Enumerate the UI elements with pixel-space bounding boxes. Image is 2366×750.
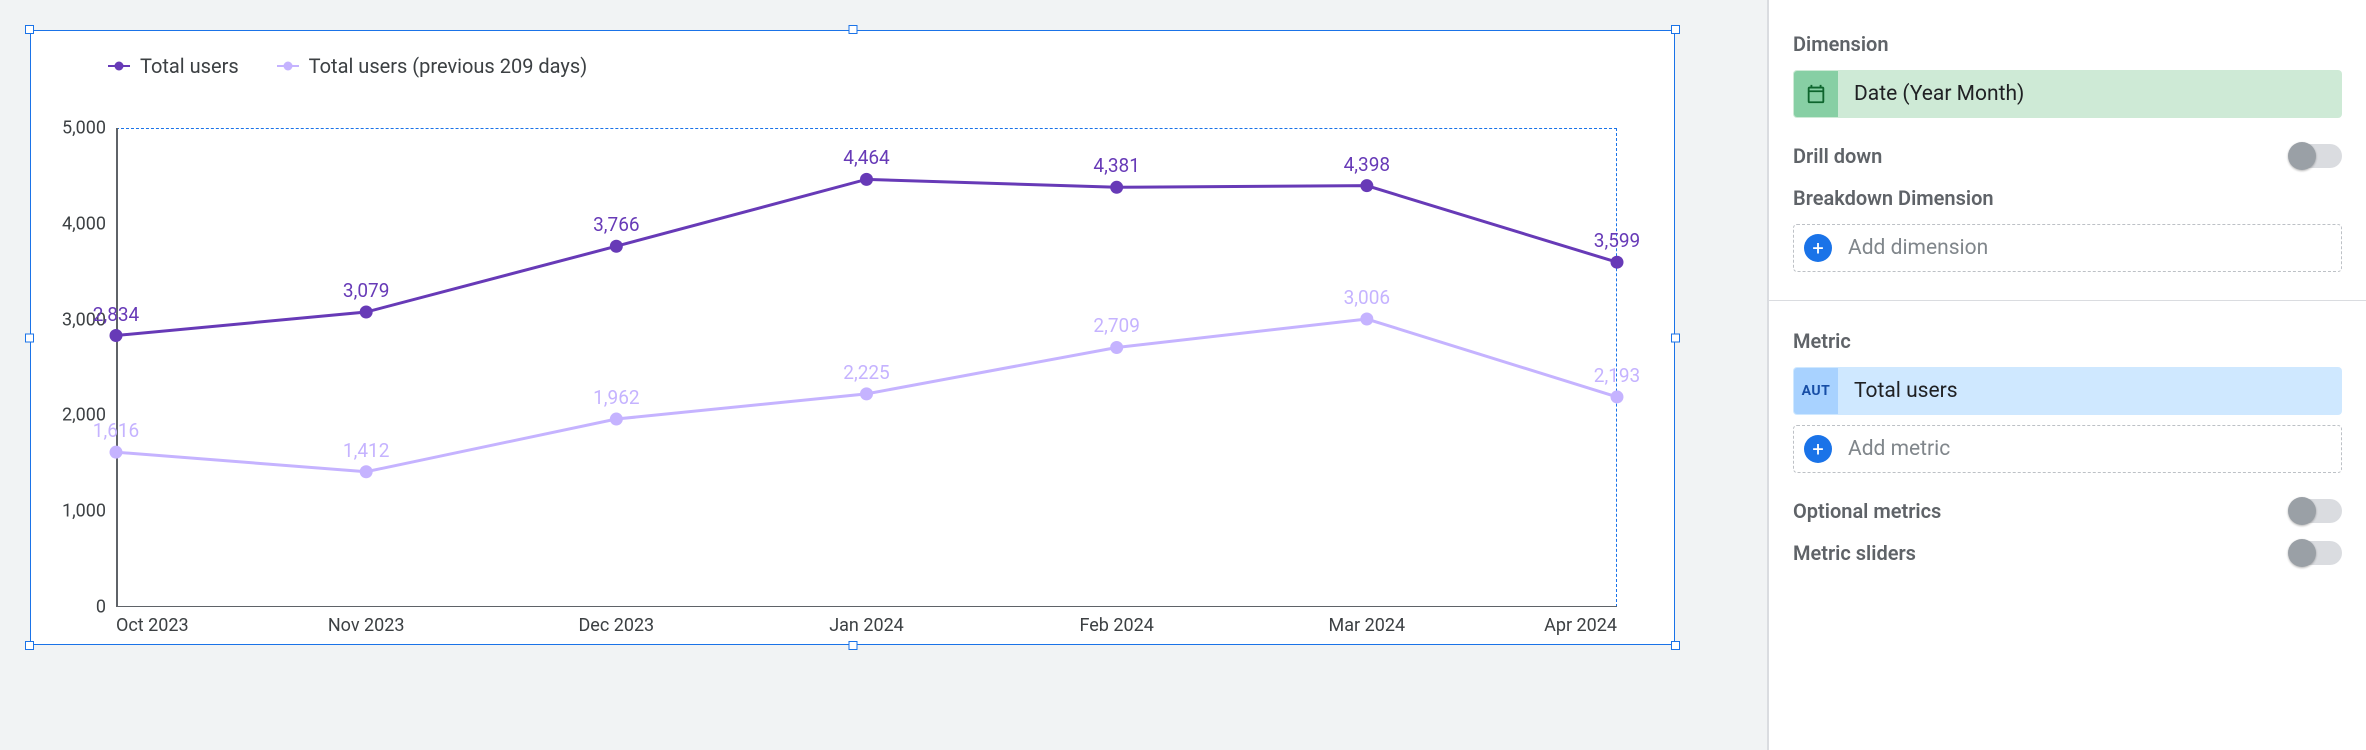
data-point[interactable] [860, 387, 873, 400]
y-tick: 1,000 [62, 501, 106, 522]
add-metric-text: Add metric [1848, 437, 1950, 461]
calendar-icon [1794, 71, 1838, 117]
panel-divider [1769, 300, 2366, 301]
data-point[interactable] [1360, 313, 1373, 326]
x-tick: Feb 2024 [1079, 615, 1153, 636]
selection-handle-tl[interactable] [25, 25, 34, 34]
data-point[interactable] [610, 240, 623, 253]
data-point[interactable] [360, 465, 373, 478]
x-tick: Oct 2023 [116, 615, 189, 636]
selection-handle-tc[interactable] [848, 25, 857, 34]
dimension-chip-text: Date (Year Month) [1838, 82, 2024, 106]
x-tick: Nov 2023 [328, 615, 405, 636]
optional-metrics-label: Optional metrics [1793, 499, 1941, 523]
add-dimension-button[interactable]: + Add dimension [1793, 224, 2342, 272]
x-tick: Mar 2024 [1329, 615, 1406, 636]
drilldown-toggle[interactable] [2290, 144, 2342, 168]
data-point[interactable] [110, 329, 123, 342]
optional-metrics-toggle[interactable] [2290, 499, 2342, 523]
plus-icon: + [1804, 435, 1832, 463]
dimension-chip[interactable]: Date (Year Month) [1793, 70, 2342, 118]
data-point[interactable] [610, 413, 623, 426]
data-point[interactable] [360, 306, 373, 319]
chart-selection-frame[interactable]: Total users Total users (previous 209 da… [30, 30, 1675, 645]
metric-chip[interactable]: AUT Total users [1793, 367, 2342, 415]
metric-sliders-toggle[interactable] [2290, 541, 2342, 565]
y-tick: 0 [96, 597, 106, 618]
legend-label-main: Total users [140, 54, 239, 78]
data-point[interactable] [1360, 179, 1373, 192]
x-tick: Apr 2024 [1544, 615, 1617, 636]
dimension-section-label: Dimension [1793, 32, 2342, 56]
plus-icon: + [1804, 234, 1832, 262]
legend-marker-main [108, 60, 130, 72]
add-metric-button[interactable]: + Add metric [1793, 425, 2342, 473]
selection-handle-br[interactable] [1671, 641, 1680, 650]
data-point[interactable] [1110, 341, 1123, 354]
metric-type-badge: AUT [1794, 368, 1838, 414]
x-tick: Dec 2023 [578, 615, 654, 636]
metric-sliders-label: Metric sliders [1793, 541, 1916, 565]
selection-handle-ml[interactable] [25, 333, 34, 342]
drilldown-label: Drill down [1793, 144, 1882, 168]
data-point[interactable] [1611, 390, 1624, 403]
breakdown-section-label: Breakdown Dimension [1793, 186, 2342, 210]
chart-legend: Total users Total users (previous 209 da… [108, 54, 587, 78]
chart-plot-area: 01,0002,0003,0004,0005,000Oct 2023Nov 20… [116, 128, 1617, 607]
legend-label-prev: Total users (previous 209 days) [309, 54, 588, 78]
add-dimension-text: Add dimension [1848, 236, 1988, 260]
chart-svg [116, 128, 1617, 607]
selection-handle-tr[interactable] [1671, 25, 1680, 34]
selection-handle-bl[interactable] [25, 641, 34, 650]
metric-section-label: Metric [1793, 329, 2342, 353]
data-point[interactable] [860, 173, 873, 186]
selection-handle-mr[interactable] [1671, 333, 1680, 342]
x-tick: Jan 2024 [829, 615, 904, 636]
selection-handle-bc[interactable] [848, 641, 857, 650]
legend-marker-prev [277, 60, 299, 72]
legend-item-prev[interactable]: Total users (previous 209 days) [277, 54, 588, 78]
chart-card: Total users Total users (previous 209 da… [30, 30, 1675, 645]
data-point[interactable] [110, 446, 123, 459]
y-tick: 3,000 [62, 309, 106, 330]
properties-panel: Dimension Date (Year Month) Drill down B… [1768, 0, 2366, 750]
y-tick: 5,000 [62, 118, 106, 139]
legend-item-main[interactable]: Total users [108, 54, 239, 78]
data-point[interactable] [1110, 181, 1123, 194]
y-tick: 2,000 [62, 405, 106, 426]
canvas-area: Total users Total users (previous 209 da… [0, 0, 1768, 750]
data-point[interactable] [1611, 256, 1624, 269]
metric-chip-text: Total users [1838, 379, 1958, 403]
y-tick: 4,000 [62, 213, 106, 234]
